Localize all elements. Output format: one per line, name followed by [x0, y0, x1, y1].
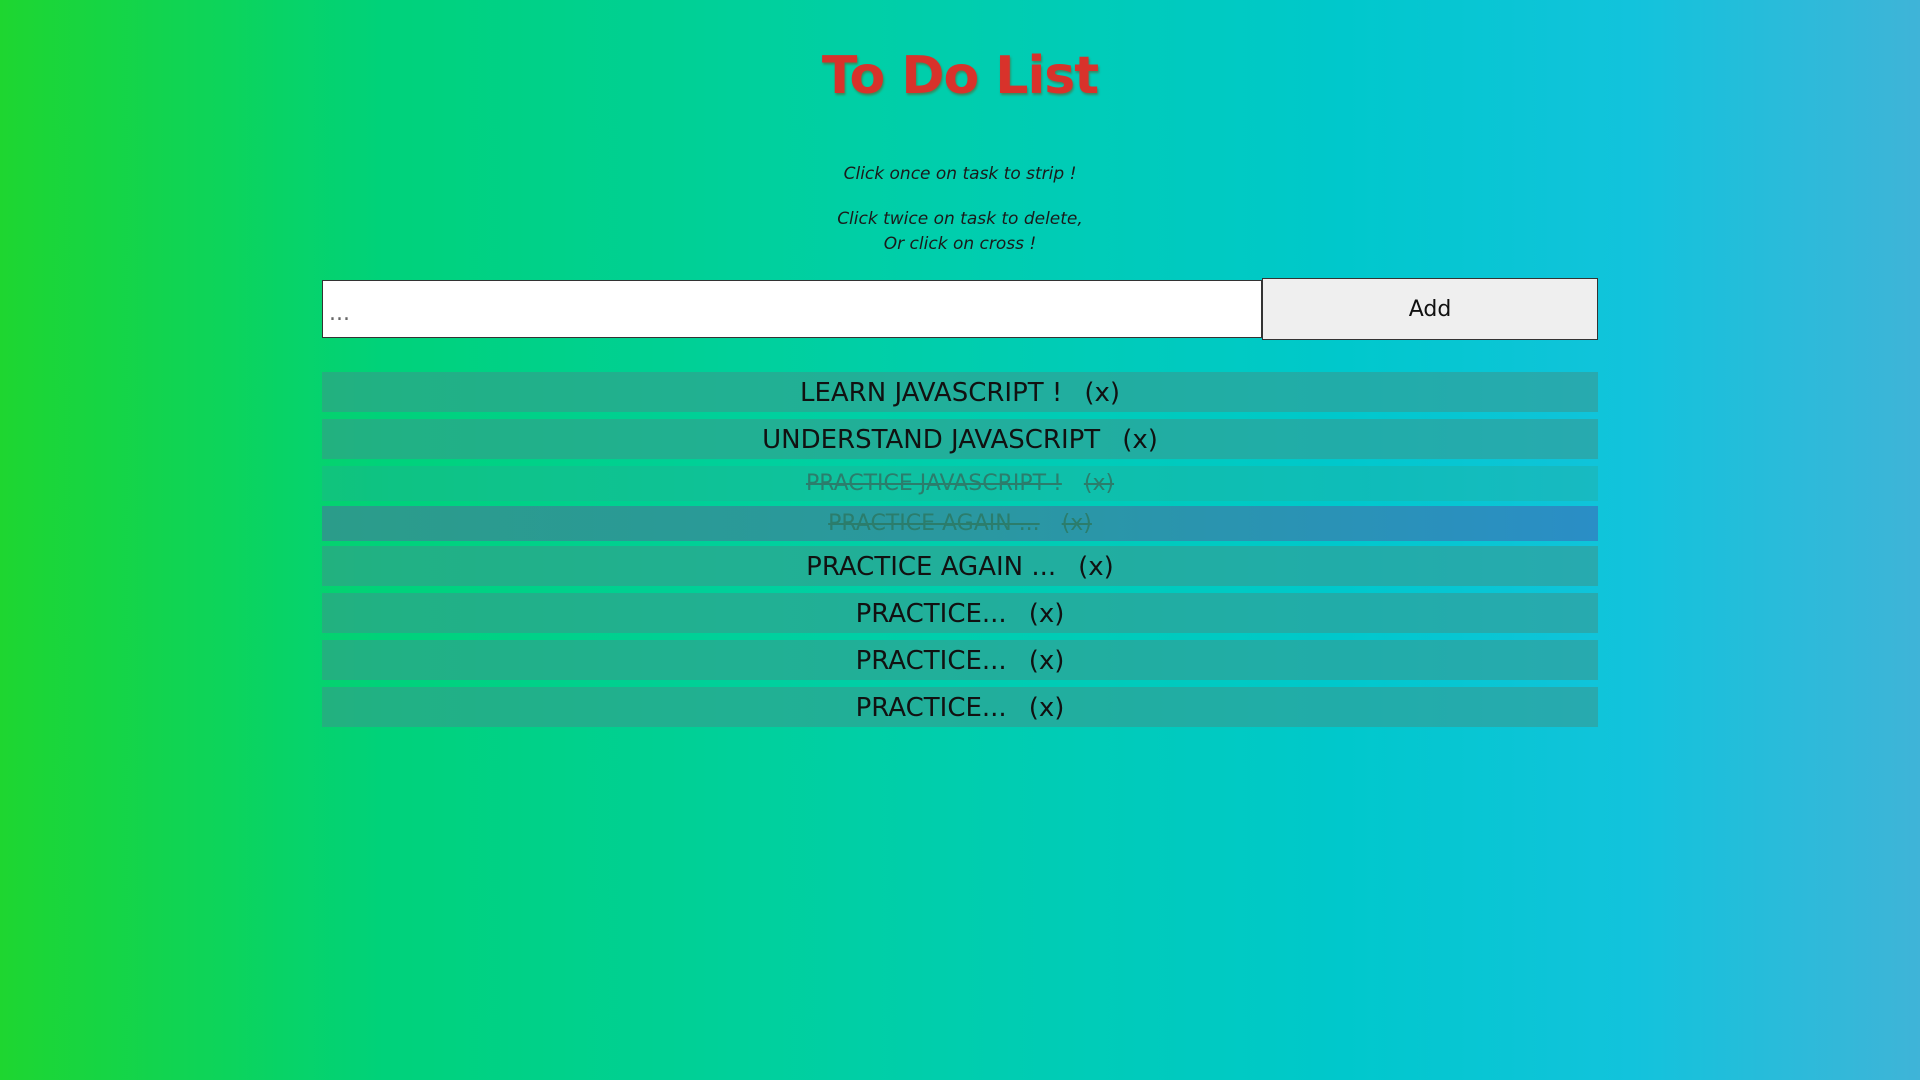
- task-item-done[interactable]: PRACTICE JAVASCRIPT ! (x): [322, 466, 1598, 501]
- add-button[interactable]: Add: [1262, 278, 1598, 340]
- delete-cross-button[interactable]: (x): [1084, 471, 1114, 496]
- instruction-cross: Or click on cross !: [883, 234, 1037, 254]
- task-text: LEARN JAVASCRIPT !: [799, 378, 1063, 408]
- task-text: UNDERSTAND JAVASCRIPT: [762, 425, 1101, 455]
- instruction-strip: Click once on task to strip !: [843, 164, 1077, 184]
- task-item[interactable]: PRACTICE... (x): [322, 640, 1598, 680]
- delete-cross-button[interactable]: (x): [1029, 599, 1065, 629]
- task-text: PRACTICE JAVASCRIPT !: [805, 471, 1062, 496]
- task-text: PRACTICE...: [855, 693, 1007, 723]
- delete-cross-button[interactable]: (x): [1029, 693, 1065, 723]
- task-item[interactable]: UNDERSTAND JAVASCRIPT (x): [322, 419, 1598, 459]
- task-item[interactable]: PRACTICE... (x): [322, 593, 1598, 633]
- task-text: PRACTICE...: [855, 599, 1007, 629]
- delete-cross-button[interactable]: (x): [1062, 511, 1092, 536]
- add-task-form: Add: [322, 278, 1598, 340]
- delete-cross-button[interactable]: (x): [1084, 378, 1120, 408]
- task-item[interactable]: LEARN JAVASCRIPT ! (x): [322, 372, 1598, 412]
- task-list: LEARN JAVASCRIPT ! (x) UNDERSTAND JAVASCR…: [322, 372, 1598, 734]
- task-item[interactable]: PRACTICE... (x): [322, 687, 1598, 727]
- delete-cross-button[interactable]: (x): [1029, 646, 1065, 676]
- delete-cross-button[interactable]: (x): [1078, 552, 1114, 582]
- instruction-delete: Click twice on task to delete,: [837, 209, 1083, 229]
- task-input[interactable]: [322, 280, 1262, 338]
- task-text: PRACTICE AGAIN ...: [828, 511, 1040, 536]
- task-item-done[interactable]: PRACTICE AGAIN ... (x): [322, 506, 1598, 541]
- task-text: PRACTICE AGAIN ...: [806, 552, 1057, 582]
- task-text: PRACTICE...: [855, 646, 1007, 676]
- delete-cross-button[interactable]: (x): [1122, 425, 1158, 455]
- page-title: To Do List: [821, 46, 1099, 106]
- task-item[interactable]: PRACTICE AGAIN ... (x): [322, 546, 1598, 586]
